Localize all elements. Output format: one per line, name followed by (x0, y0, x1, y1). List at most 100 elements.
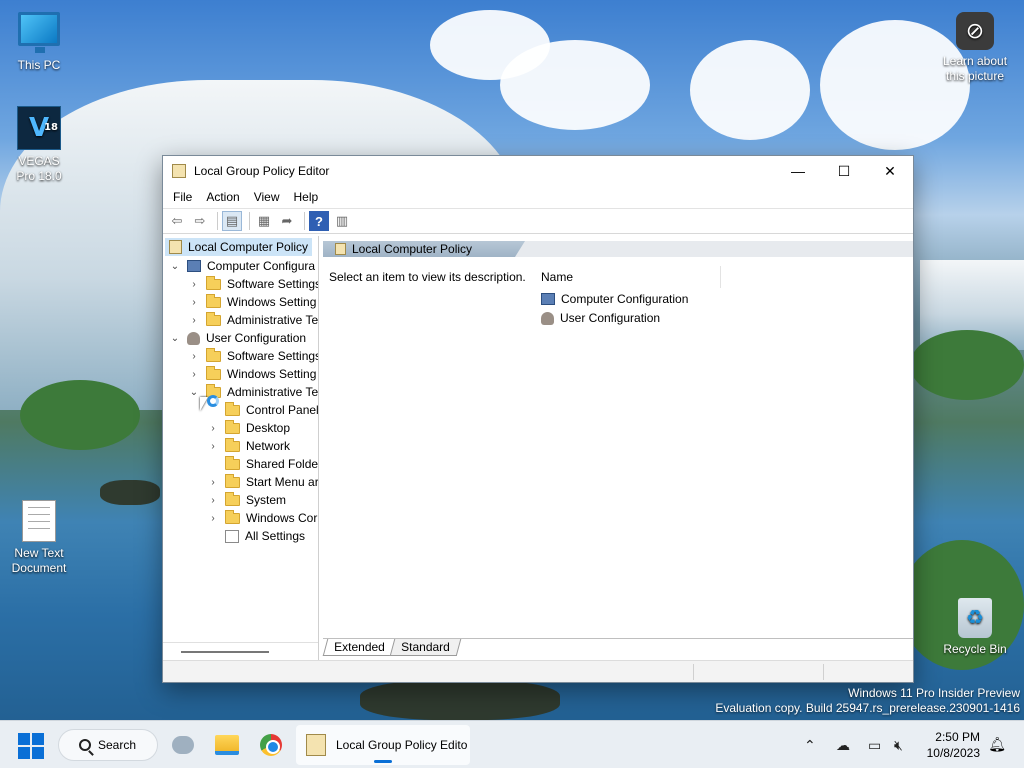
toolbar-separator (217, 212, 218, 230)
scrollbar-thumb[interactable] (181, 651, 269, 653)
search-icon (79, 739, 91, 751)
tree-item-user-configuration[interactable]: ⌄ User Configuration (169, 329, 306, 347)
maximize-button[interactable]: ☐ (821, 156, 867, 186)
tree-item-all-settings[interactable]: All Settings (207, 527, 305, 545)
taskbar-clock[interactable]: 2:50 PM 10/8/2023 (927, 729, 980, 761)
taskbar-search-button[interactable]: Search (58, 729, 158, 761)
properties-icon[interactable]: ▦ (254, 211, 274, 231)
chevron-up-icon: ⌃ (804, 736, 816, 753)
chevron-right-icon[interactable]: › (188, 369, 200, 380)
export-list-icon[interactable]: ➦ (277, 211, 297, 231)
chevron-down-icon[interactable]: ⌄ (169, 261, 181, 272)
taskbar-app-group-policy-editor[interactable]: Local Group Policy Edito (296, 725, 470, 765)
file-explorer-button[interactable] (211, 729, 243, 761)
desktop-icon-new-text-document[interactable]: New Text Document (1, 500, 77, 576)
close-button[interactable]: ✕ (867, 156, 913, 186)
computer-icon (18, 12, 60, 53)
show-hide-tree-icon[interactable]: ▤ (222, 211, 242, 231)
desktop-icon-label: VEGAS Pro 18.0 (16, 154, 62, 183)
tree-item-label: Local Computer Policy (188, 240, 309, 254)
network-icon: ▭ (868, 736, 882, 753)
list-item-label: User Configuration (560, 311, 661, 325)
menu-view[interactable]: View (247, 190, 287, 204)
file-explorer-icon (215, 735, 239, 755)
tree-item-system[interactable]: › System (207, 491, 286, 509)
help-icon[interactable]: ? (309, 211, 329, 231)
window-title: Local Group Policy Editor (194, 164, 330, 178)
chevron-right-icon[interactable]: › (188, 297, 200, 308)
tree-item-windows-components[interactable]: › Windows Cor (207, 509, 317, 527)
list-item-computer-configuration[interactable]: Computer Configuration (541, 290, 688, 308)
start-button[interactable] (18, 733, 44, 759)
tree-item-label: Start Menu ar (246, 475, 319, 489)
tree-item-software-settings[interactable]: › Software Settings (188, 275, 318, 293)
folder-icon (206, 275, 221, 290)
tree-item-label: Control Panel (246, 403, 319, 417)
network-tray-button[interactable]: ▭ (868, 721, 881, 768)
chevron-right-icon[interactable]: › (207, 477, 219, 488)
filter-icon[interactable]: ▥ (332, 211, 352, 231)
tree-item-label: Network (246, 439, 291, 453)
chrome-button[interactable] (255, 729, 287, 761)
tree-horizontal-scrollbar[interactable] (163, 642, 318, 660)
widgets-button[interactable] (167, 729, 199, 761)
chevron-right-icon[interactable]: › (207, 495, 219, 506)
tree-item-desktop[interactable]: › Desktop (207, 419, 290, 437)
chrome-icon (260, 734, 282, 756)
list-item-label: Computer Configuration (561, 292, 689, 306)
tree-item-computer-configuration[interactable]: ⌄ Computer Configura (169, 257, 315, 275)
column-header-name[interactable]: Name (541, 266, 721, 288)
group-policy-editor-window: Local Group Policy Editor — ☐ ✕ File Act… (162, 155, 914, 683)
tree-item-windows-settings[interactable]: › Windows Setting (188, 365, 316, 383)
chevron-down-icon[interactable]: ⌄ (188, 387, 200, 398)
tree-item-administrative-templates[interactable]: › Administrative Te (188, 311, 318, 329)
tree-root-local-computer-policy[interactable]: Local Computer Policy (165, 238, 313, 256)
desktop-icon-recycle-bin[interactable]: ♻ Recycle Bin (937, 598, 1013, 657)
user-icon (541, 311, 554, 325)
toolbar-separator (304, 212, 305, 230)
chevron-right-icon[interactable]: › (188, 351, 200, 362)
tree-item-label: Shared Folder (246, 457, 319, 471)
list-item-user-configuration[interactable]: User Configuration (541, 309, 660, 327)
menu-action[interactable]: Action (199, 190, 246, 204)
tree-item-label: Software Settings (227, 349, 319, 363)
settings-list-icon (225, 529, 239, 543)
tree-item-software-settings[interactable]: › Software Settings (188, 347, 319, 365)
folder-icon (206, 293, 221, 308)
desktop-icon-vegas-pro[interactable]: V 18 VEGAS Pro 18.0 (1, 106, 77, 184)
menu-file[interactable]: File (166, 190, 199, 204)
tab-extended[interactable]: Extended (322, 639, 396, 656)
tree-item-network[interactable]: › Network (207, 437, 290, 455)
chevron-right-icon[interactable]: › (207, 423, 219, 434)
forward-arrow-icon[interactable]: ⇨ (190, 211, 210, 231)
folder-icon (225, 419, 240, 434)
chevron-right-icon[interactable]: › (207, 513, 219, 524)
camera-info-icon: ⊘ (956, 12, 994, 50)
recycle-bin-icon: ♻ (958, 598, 992, 638)
cloud-icon: ☁ (836, 736, 850, 753)
title-bar[interactable]: Local Group Policy Editor — ☐ ✕ (163, 156, 913, 186)
back-arrow-icon[interactable]: ⇦ (167, 211, 187, 231)
chevron-right-icon[interactable]: › (188, 279, 200, 290)
show-hidden-icons-button[interactable]: ⌃ (804, 721, 816, 768)
tree-item-shared-folders[interactable]: Shared Folder (207, 455, 319, 473)
chevron-right-icon[interactable]: › (188, 315, 200, 326)
tree-item-label: Windows Setting (227, 295, 317, 309)
tree-item-start-menu-and-taskbar[interactable]: › Start Menu ar (207, 473, 319, 491)
tree-item-label: All Settings (245, 529, 306, 543)
volume-tray-button[interactable]: 🔇︎ (894, 721, 903, 768)
tree-item-control-panel[interactable]: Control Panel (207, 401, 319, 419)
taskbar: Search Local Group Policy Edito ⌃ ☁ ▭ 🔇︎… (0, 720, 1024, 768)
onedrive-tray-button[interactable]: ☁ (836, 721, 850, 768)
minimize-button[interactable]: — (775, 156, 821, 186)
notification-bell-icon[interactable]: 🔔︎ (988, 736, 1006, 753)
tree-item-windows-settings[interactable]: › Windows Setting (188, 293, 316, 311)
chevron-down-icon[interactable]: ⌄ (169, 333, 181, 344)
menu-help[interactable]: Help (287, 190, 326, 204)
tab-standard[interactable]: Standard (389, 639, 461, 656)
folder-icon (225, 473, 240, 488)
policy-tree[interactable]: Local Computer Policy ⌄ Computer Configu… (163, 236, 319, 660)
desktop-icon-this-pc[interactable]: This PC (1, 12, 77, 73)
chevron-right-icon[interactable]: › (207, 441, 219, 452)
desktop-icon-learn-about-picture[interactable]: ⊘ Learn about this picture (937, 12, 1013, 84)
